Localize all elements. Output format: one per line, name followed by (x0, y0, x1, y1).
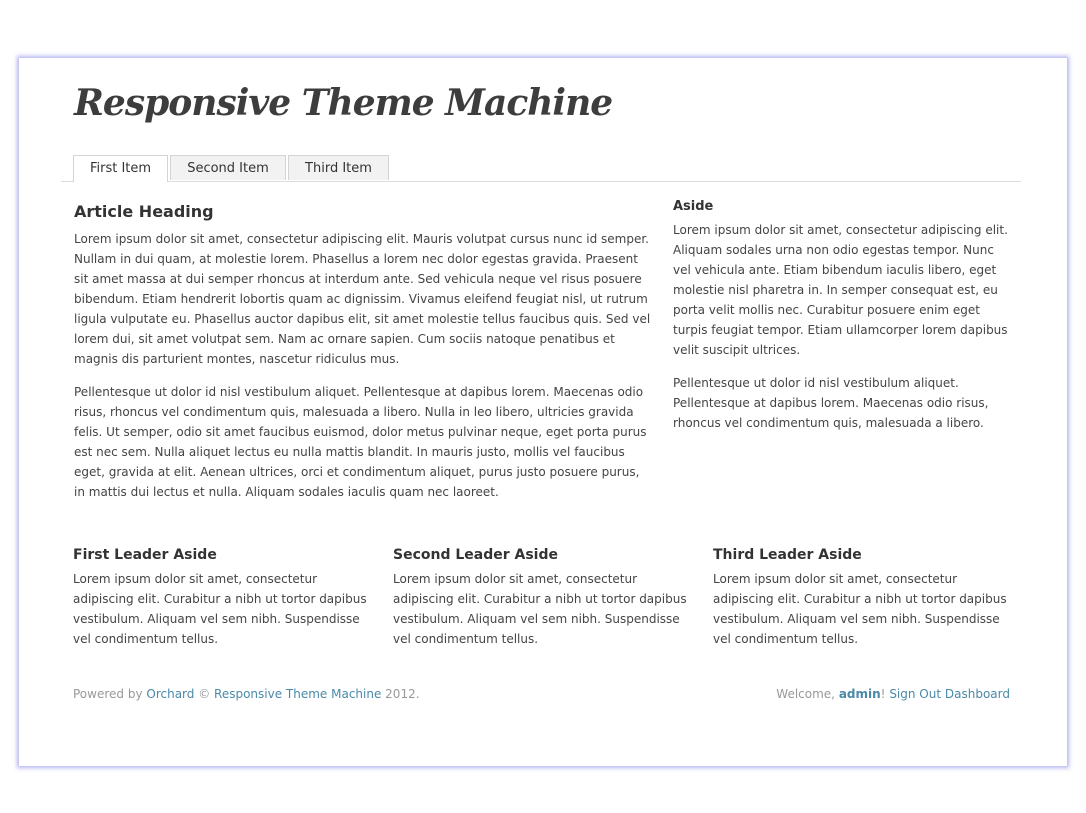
aside-heading: Aside (673, 199, 714, 214)
powered-by-text: Powered by (73, 687, 147, 701)
first-leader-aside: First Leader Aside Lorem ipsum dolor sit… (73, 547, 373, 662)
second-leader-aside: Second Leader Aside Lorem ipsum dolor si… (393, 547, 693, 662)
sign-out-link[interactable]: Sign Out (889, 687, 941, 701)
page-container: Responsive Theme Machine First Item Seco… (19, 58, 1067, 766)
theme-link[interactable]: Responsive Theme Machine (214, 687, 381, 701)
aside-paragraph: Pellentesque ut dolor id nisl vestibulum… (673, 376, 989, 430)
welcome-exclaim: ! (880, 687, 886, 701)
tab-second-item[interactable]: Second Item (170, 155, 286, 180)
article-paragraph: Lorem ipsum dolor sit amet, consectetur … (74, 232, 651, 366)
article-paragraph: Pellentesque ut dolor id nisl vestibulum… (74, 385, 647, 499)
leader-heading: First Leader Aside (73, 547, 217, 563)
footer-credits: Powered by Orchard © Responsive Theme Ma… (73, 687, 420, 701)
tab-third-item[interactable]: Third Item (288, 155, 389, 180)
username-link[interactable]: admin (839, 687, 881, 701)
tab-first-item[interactable]: First Item (73, 155, 168, 182)
welcome-text: Welcome, (776, 687, 839, 701)
site-title[interactable]: Responsive Theme Machine (74, 82, 613, 124)
copyright-year: 2012. (381, 687, 420, 701)
dashboard-link[interactable]: Dashboard (945, 687, 1010, 701)
leader-heading: Second Leader Aside (393, 547, 558, 563)
main-nav: First Item Second Item Third Item (61, 155, 1021, 182)
leader-text: Lorem ipsum dolor sit amet, consectetur … (393, 572, 687, 646)
leader-heading: Third Leader Aside (713, 547, 862, 563)
aside-paragraph: Lorem ipsum dolor sit amet, consectetur … (673, 223, 1008, 357)
user-menu: Welcome, admin! Sign Out Dashboard (776, 687, 1010, 701)
aside: Aside Lorem ipsum dolor sit amet, consec… (673, 199, 1013, 446)
leader-text: Lorem ipsum dolor sit amet, consectetur … (713, 572, 1007, 646)
orchard-link[interactable]: Orchard (146, 687, 194, 701)
leader-text: Lorem ipsum dolor sit amet, consectetur … (73, 572, 367, 646)
copyright-symbol: © (194, 687, 215, 701)
article: Article Heading Lorem ipsum dolor sit am… (74, 202, 654, 515)
third-leader-aside: Third Leader Aside Lorem ipsum dolor sit… (713, 547, 1013, 662)
article-heading: Article Heading (74, 202, 214, 221)
